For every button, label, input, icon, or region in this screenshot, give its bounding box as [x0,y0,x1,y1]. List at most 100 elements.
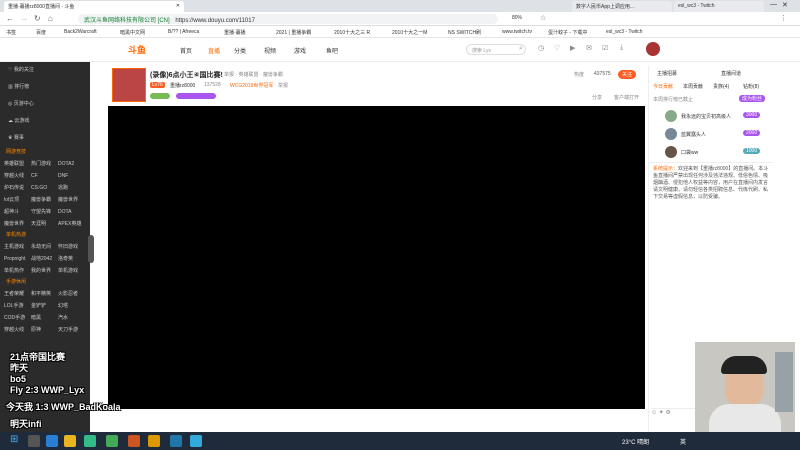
category-link[interactable]: 金铲铲 [31,300,58,312]
share-button[interactable]: 分享 [592,94,602,101]
category-link[interactable]: 超神斗 [4,206,31,218]
bookmark-item[interactable]: NS SWITCH刷 [448,29,481,36]
home-icon[interactable]: ⌂ [48,14,53,23]
live-icon[interactable]: ▶ [570,44,575,52]
category-link[interactable]: Propnight [4,253,31,265]
subtab-week[interactable]: 本周贡献 [683,83,703,90]
sidebar-item-cloud[interactable]: ☁ 云游戏 [0,113,90,130]
sidebar-item-rank[interactable]: ▥ 排行榜 [0,79,90,96]
explorer-icon[interactable] [64,435,76,447]
sidebar-item-follow[interactable]: ♡ 我的关注 [0,62,90,79]
video-player[interactable] [108,106,645,409]
bookmark-item[interactable]: 百度 [36,29,46,36]
chrome-icon[interactable] [106,435,118,447]
client-open-button[interactable]: 客户端打开 [614,94,639,101]
category-link[interactable]: 英雄联盟 [4,158,31,170]
tab-recruit[interactable]: 主播招募 [657,70,677,77]
category-link[interactable]: 战地2042 [31,253,58,265]
category-link[interactable]: lol云顶 [4,194,31,206]
bookmark-item[interactable]: esl_wc3 - Twitch [606,29,643,35]
category-link[interactable]: 我的世界 [31,265,58,277]
category-link[interactable]: 单机热作 [4,265,31,277]
settings-icon[interactable]: ⚙ [666,410,671,416]
bookmark-item[interactable]: 2021 | 重播争霸 [276,29,311,36]
sidebar-item-events[interactable]: ♛ 赛事 [0,130,90,147]
window-minimize-icon[interactable]: — [770,1,777,8]
app-icon[interactable] [148,435,160,447]
report-link[interactable]: 举报 [278,82,288,89]
category-link[interactable]: 热门游戏 [31,158,58,170]
message-icon[interactable]: ✉ [586,44,592,52]
category-link[interactable]: 魔兽世界 [58,194,85,206]
subtab-noble[interactable]: 贵族(4) [713,83,729,90]
ime-indicator[interactable]: 英 [680,437,686,446]
app-icon[interactable] [170,435,182,447]
category-link[interactable]: CF [31,170,58,182]
close-tab-icon[interactable]: ✕ [176,3,180,9]
category-link[interactable]: DOTA [58,206,85,218]
edge-icon[interactable] [46,435,58,447]
nav-category[interactable]: 分类 [234,46,246,55]
category-link[interactable]: 洛奇英 [58,253,85,265]
search-input[interactable]: 搜索 Lyx [466,44,526,55]
weather-text[interactable]: 23°C 晴朗 [622,437,649,446]
bookmark-item[interactable]: www.twitch.tv [502,29,532,35]
bookmark-item[interactable]: 2010十大之三 R [334,29,370,36]
browser-tab-twitch[interactable]: esl_wc3 - Twitch [674,1,764,12]
browser-tab-news[interactable]: 数字人民币App上调应用... [572,1,672,12]
bookmark-item[interactable]: 书签 [6,29,16,36]
category-link[interactable]: 王者荣耀 [4,288,31,300]
category-link[interactable]: 幻塔 [58,300,85,312]
category-link[interactable]: 原神 [31,324,58,336]
forward-icon[interactable]: → [20,14,28,23]
windows-start-icon[interactable]: ⊞ [10,434,18,445]
category-link[interactable]: 穿越火线 [4,324,31,336]
app-icon[interactable] [84,435,96,447]
category-link[interactable]: 天涯明 [31,218,58,230]
category-link[interactable]: COD手游 [4,312,31,324]
url-field[interactable]: 武汉斗鱼网络科技有限公司 [CN] https://www.douyu.com/… [78,14,498,24]
subtab-today[interactable]: 今日贡献 [653,83,673,90]
room-category[interactable]: 单报 · 英雄联盟 · 魔兽争霸 [224,71,283,78]
category-link[interactable]: 逃跑 [58,182,85,194]
category-link[interactable]: APEX英雄 [58,218,85,230]
category-link[interactable]: 永劫无间 [31,241,58,253]
task-icon[interactable]: ☑ [602,44,608,52]
bookmark-item[interactable]: B/?? | Afreeca [168,29,199,35]
nav-games[interactable]: 游戏 [294,46,306,55]
become-fan-button[interactable]: 成为粉丝 [739,95,766,102]
download-icon[interactable]: ⤓ [620,44,623,52]
category-link[interactable]: DNF [58,170,85,182]
rank-row[interactable]: 我永远的宝贝初高级人 3000 [651,108,771,124]
category-link[interactable]: DOTA2 [58,158,85,170]
bookmark-item[interactable]: 重播·暮播 [224,29,246,36]
category-link[interactable]: 和平精英 [31,288,58,300]
reload-icon[interactable]: ↻ [34,14,41,23]
subtab-fans[interactable]: 钻粉(8) [743,83,759,90]
star-icon[interactable]: ☆ [540,14,546,22]
rank-row[interactable]: 蓝翼露头人 2000 [651,126,771,142]
nav-yuba[interactable]: 鱼吧 [326,46,338,55]
user-avatar[interactable] [646,42,660,56]
follow-button[interactable]: 关注 [618,70,637,79]
app-icon[interactable] [128,435,140,447]
back-icon[interactable]: ← [6,14,14,23]
category-link[interactable]: 守望先锋 [31,206,58,218]
category-link[interactable]: 魔兽争霸 [31,194,58,206]
category-link[interactable]: CS:GO [31,182,58,194]
nav-live[interactable]: 直播 [208,46,220,55]
follow-icon[interactable]: ♡ [554,44,560,52]
gift-icon[interactable]: ✦ [659,410,666,416]
category-link[interactable]: 汽水 [58,312,85,324]
category-link[interactable]: 主机游戏 [4,241,31,253]
bookmark-item[interactable]: 暗黑中文网 [120,29,145,36]
streamer-avatar[interactable] [112,68,146,102]
category-link[interactable]: 炉石传说 [4,182,31,194]
menu-icon[interactable]: ⋮ [780,14,787,22]
bookmark-item[interactable]: Back2Warcraft [64,29,97,35]
category-link[interactable]: 单机游戏 [58,265,85,277]
nav-home[interactable]: 首页 [180,46,192,55]
rank-row[interactable]: 口袋ww 1000 [651,144,771,160]
window-close-icon[interactable]: ✕ [782,1,788,9]
category-link[interactable]: 火影忍者 [58,288,85,300]
